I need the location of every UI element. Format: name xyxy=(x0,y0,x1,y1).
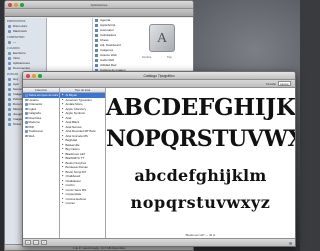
size-combo[interactable]: Ajustar xyxy=(278,81,291,86)
collection-icon xyxy=(25,130,28,133)
folder-icon xyxy=(8,118,11,121)
folder-icon xyxy=(8,103,11,106)
fonts-pane: Tipo de letra ▶ Al Bayan ▶ American Typewri… xyxy=(60,88,106,238)
add-collection-button[interactable]: + xyxy=(25,240,31,245)
collections-pane: Colección Todos los tipos de letra Usuari… xyxy=(23,88,60,238)
folder-icon xyxy=(8,67,11,70)
finder-app-list: Agenda AppleScript Automator Calculadora Che… xyxy=(93,18,139,78)
folder-icon xyxy=(8,98,11,101)
app-icon xyxy=(95,64,98,67)
preview-line-uppercase-1: ABCDEFGHIJKLM xyxy=(106,94,296,121)
font-family-label: Courier xyxy=(65,201,75,205)
collection-icon xyxy=(25,98,28,101)
finder-title: Aplicaciones xyxy=(90,3,108,7)
fonts-list: ▶ Al Bayan ▶ American Typewriter ▶ Andale Mon… xyxy=(60,93,105,206)
app-icon xyxy=(95,49,98,52)
collection-icon xyxy=(25,125,28,128)
app-icon xyxy=(95,19,98,22)
app-icon xyxy=(95,24,98,27)
app-icon xyxy=(95,54,98,57)
folder-icon xyxy=(8,108,11,111)
app-preview-icon xyxy=(149,24,175,52)
app-icon xyxy=(95,44,98,47)
folder-icon xyxy=(8,25,11,28)
remove-button[interactable]: − xyxy=(33,240,39,245)
font-preview: ABCDEFGHIJKLM NOPQRSTUVWXYZ abcdefghijkl… xyxy=(106,88,295,238)
collection-icon xyxy=(25,116,28,119)
collections-list: Todos los tipos de letra Usuario Ordenador… xyxy=(23,93,59,138)
folder-icon xyxy=(8,123,11,126)
fontbook-bottom-bar: + − ✓ xyxy=(23,238,295,246)
preview-label-name: Nombre xyxy=(142,56,152,59)
enable-font-button[interactable]: ✓ xyxy=(41,240,47,245)
folder-icon xyxy=(8,52,11,55)
collection-icon xyxy=(25,107,28,110)
finder-toolbar xyxy=(5,9,193,17)
fontbook-titlebar: Catálogo Tipográfico xyxy=(23,72,295,80)
disclosure-triangle-icon[interactable]: ▶ xyxy=(62,201,65,206)
font-family-item[interactable]: ▶ Courier xyxy=(60,201,105,206)
folder-icon xyxy=(8,30,11,33)
folder-icon xyxy=(8,113,11,116)
app-icon xyxy=(95,39,98,42)
collection-icon xyxy=(25,94,28,97)
finder-titlebar: Aplicaciones xyxy=(5,1,193,9)
folder-icon xyxy=(8,83,11,86)
preview-line-lowercase-1: abcdefghijklm xyxy=(134,166,267,185)
collection-item[interactable]: Web xyxy=(23,134,59,139)
sidebar-item-label: Todos xyxy=(13,122,22,126)
sidebar-item-label: Macintosh xyxy=(13,29,27,33)
collection-icon xyxy=(25,103,28,106)
preview-info: Blackmoor LET — 36 pt xyxy=(185,233,216,237)
folder-icon xyxy=(8,41,11,44)
collection-item-label: Web xyxy=(28,133,35,138)
preview-line-uppercase-2: NOPQRSTUVWXYZ xyxy=(106,126,295,152)
collection-icon xyxy=(25,121,28,124)
folder-icon xyxy=(8,57,11,60)
size-label: Tamaño xyxy=(266,81,276,86)
fontbook-title: Catálogo Tipográfico xyxy=(143,74,175,78)
fontbook-toolbar: Tamaño Ajustar xyxy=(23,80,295,88)
app-icon xyxy=(95,29,98,32)
preview-line-lowercase-2: nopqrstuvwxyz xyxy=(130,193,271,212)
sidebar-item-label: — xyxy=(13,40,16,44)
collection-icon xyxy=(25,134,28,137)
preview-label-kind: Tipo xyxy=(167,56,172,59)
fontbook-window: Catálogo Tipográfico Tamaño Ajustar Cole… xyxy=(22,71,296,247)
folder-icon xyxy=(8,62,11,65)
folder-icon xyxy=(8,93,11,96)
size-slider-knob[interactable] xyxy=(289,242,292,245)
collection-icon xyxy=(25,112,28,115)
finder-preview: Nombre Tipo xyxy=(139,18,193,70)
app-icon xyxy=(95,59,98,62)
app-icon xyxy=(95,34,98,37)
folder-icon xyxy=(8,88,11,91)
size-control: Tamaño Ajustar xyxy=(266,81,291,86)
folder-icon xyxy=(8,78,11,81)
